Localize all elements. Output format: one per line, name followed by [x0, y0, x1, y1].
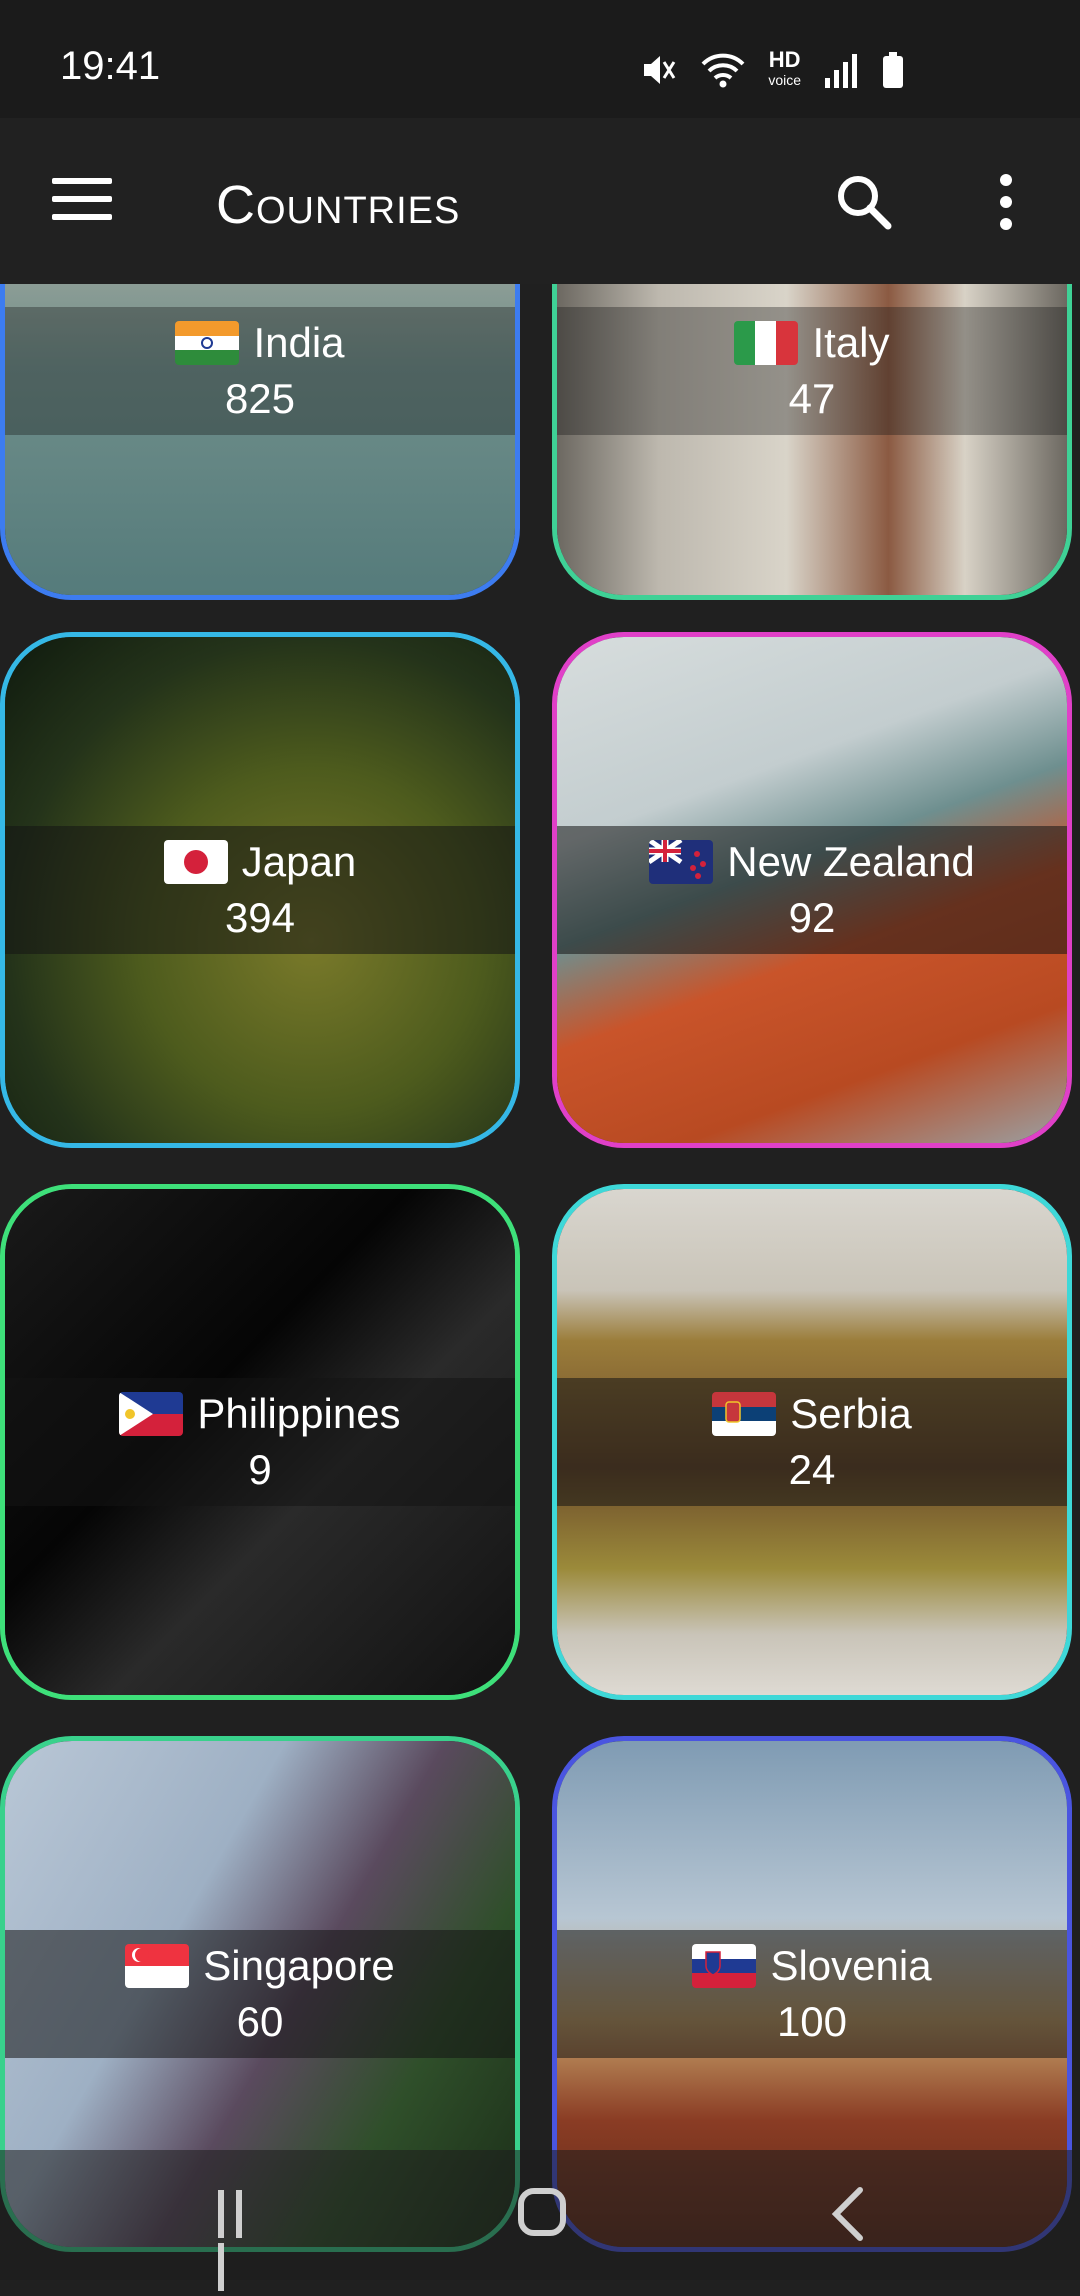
philippines-flag-icon	[119, 1392, 184, 1436]
singapore-flag-icon	[125, 1944, 190, 1988]
country-count: 394	[224, 894, 296, 941]
wifi-icon	[700, 50, 746, 90]
country-card-serbia[interactable]: Serbia 24	[552, 1184, 1072, 1700]
new-zealand-flag-icon	[649, 840, 714, 884]
hd-label: HD	[768, 47, 801, 72]
country-count: 47	[788, 375, 836, 422]
country-card-india[interactable]: India 825	[0, 284, 520, 600]
hd-voice-icon: HD voice	[768, 47, 801, 90]
country-name: Slovenia	[770, 1942, 932, 1989]
country-count: 92	[788, 894, 836, 941]
battery-icon	[881, 50, 905, 90]
voice-label: voice	[768, 72, 801, 88]
home-icon[interactable]	[518, 2188, 566, 2236]
status-icons: HD voice	[638, 46, 905, 94]
japan-flag-icon	[163, 840, 228, 884]
country-name: Italy	[812, 319, 890, 366]
country-card-japan[interactable]: Japan 394	[0, 632, 520, 1148]
signal-icon	[823, 50, 859, 90]
country-name: New Zealand	[727, 838, 975, 885]
country-count: 60	[236, 1998, 284, 2045]
country-card-italy[interactable]: Italy 47	[552, 284, 1072, 600]
navigation-bar	[0, 2150, 1080, 2291]
serbia-flag-icon	[712, 1392, 777, 1436]
slovenia-flag-icon	[692, 1944, 757, 1988]
country-name: India	[253, 319, 345, 366]
country-name: Serbia	[790, 1390, 912, 1437]
search-icon[interactable]	[832, 170, 896, 234]
country-name: Singapore	[203, 1942, 395, 1989]
status-time: 19:41	[60, 44, 161, 88]
country-count: 100	[776, 1998, 848, 2045]
app-bar: Countries	[0, 118, 1080, 284]
india-flag-icon	[175, 321, 240, 365]
country-card-philippines[interactable]: Philippines 9	[0, 1184, 520, 1700]
country-card-new-zealand[interactable]: New Zealand 92	[552, 632, 1072, 1148]
country-name: Japan	[241, 838, 357, 885]
italy-flag-icon	[734, 321, 799, 365]
more-vert-icon[interactable]	[1000, 174, 1016, 230]
back-icon[interactable]	[826, 2184, 870, 2244]
recents-icon[interactable]	[218, 2190, 266, 2291]
mute-icon	[638, 50, 678, 90]
page-title: Countries	[216, 175, 461, 235]
country-count: 24	[788, 1446, 836, 1493]
status-bar: 19:41 HD voice	[0, 0, 1080, 118]
countries-grid: India 825 Italy 47 Japan 394 New Zealand…	[0, 284, 1080, 2280]
country-name: Philippines	[197, 1390, 401, 1437]
menu-icon[interactable]	[52, 178, 112, 224]
country-count: 9	[248, 1446, 272, 1493]
country-count: 825	[224, 375, 296, 422]
